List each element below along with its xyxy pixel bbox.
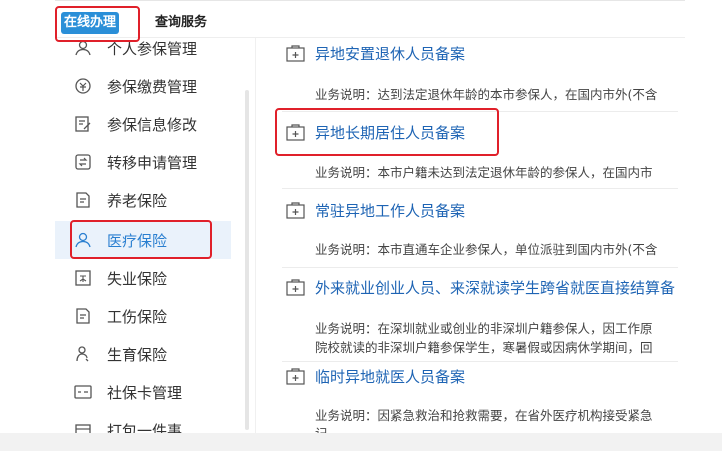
entry-description: 院校就读的非深圳户籍参保学生，寒暑假或因病休学期间，回 bbox=[315, 340, 653, 355]
sidebar-item-transfer[interactable]: 转移申请管理 bbox=[55, 143, 231, 181]
baby-icon bbox=[76, 346, 89, 362]
entry-description: 业务说明：因紧急救治和抢救需要，在省外医疗机构接受紧急 bbox=[315, 408, 653, 423]
sidebar-item-maternity[interactable]: 生育保险 bbox=[55, 335, 231, 373]
entry-description: 记 bbox=[315, 423, 328, 433]
sidebar-item-injury[interactable]: 工伤保险 bbox=[55, 297, 231, 335]
coin-icon bbox=[75, 78, 91, 94]
sidebar-item-label: 养老保险 bbox=[107, 192, 168, 210]
briefcase-icon bbox=[286, 45, 305, 62]
sidebar-item-pension[interactable]: 养老保险 bbox=[55, 181, 231, 219]
entry-title[interactable]: 外来就业创业人员、来深就读学生跨省就医直接结算备 bbox=[315, 277, 675, 298]
sidebar-item-label: 打包一件事 bbox=[107, 422, 183, 433]
entry-divider bbox=[282, 267, 678, 268]
sidebar-item-label: 工伤保险 bbox=[107, 308, 168, 326]
document-icon bbox=[76, 192, 90, 208]
entry-description: 业务说明：在深圳就业或创业的非深圳户籍参保人，因工作原 bbox=[315, 321, 653, 336]
bottom-strip bbox=[0, 433, 722, 451]
entry-divider bbox=[282, 361, 678, 362]
entry-title[interactable]: 临时异地就医人员备案 bbox=[315, 366, 465, 387]
highlight-box-tab bbox=[55, 6, 140, 42]
sidebar-item-package[interactable]: 打包一件事 bbox=[55, 411, 231, 433]
entry-title[interactable]: 常驻异地工作人员备案 bbox=[315, 200, 465, 221]
highlight-box-medical bbox=[70, 220, 212, 259]
edit-icon bbox=[75, 116, 91, 132]
sidebar-scrollbar[interactable] bbox=[245, 90, 249, 430]
sidebar-item-unemployment[interactable]: 失业保险 bbox=[55, 259, 231, 297]
top-tab-bar bbox=[55, 0, 685, 38]
badge-icon bbox=[75, 270, 91, 286]
briefcase-icon bbox=[286, 368, 305, 385]
sidebar-item-label: 生育保险 bbox=[107, 346, 168, 364]
sidebar-item-label: 转移申请管理 bbox=[107, 154, 198, 172]
entry-title[interactable]: 异地安置退休人员备案 bbox=[315, 43, 465, 64]
sidebar-item-personal-insurance[interactable]: 个人参保管理 bbox=[55, 38, 231, 67]
sidebar-item-label: 参保缴费管理 bbox=[107, 78, 198, 96]
highlight-box-entry bbox=[275, 108, 499, 156]
entry-description: 业务说明：本市户籍未达到法定退休年龄的参保人，在国内市 bbox=[315, 165, 653, 180]
entry-divider bbox=[282, 188, 678, 189]
sidebar-item-label: 失业保险 bbox=[107, 270, 168, 288]
package-icon bbox=[75, 424, 91, 433]
briefcase-icon bbox=[286, 202, 305, 219]
sidebar-item-label: 参保信息修改 bbox=[107, 116, 198, 134]
document-icon bbox=[76, 308, 90, 324]
briefcase-icon bbox=[286, 279, 305, 296]
sidebar-item-label: 社保卡管理 bbox=[107, 384, 183, 402]
sidebar-divider bbox=[255, 38, 256, 433]
entry-description: 业务说明：达到法定退休年龄的本市参保人，在国内市外(不含 bbox=[315, 87, 658, 102]
tab-query-service[interactable]: 查询服务 bbox=[155, 12, 207, 34]
sidebar-item-card[interactable]: 社保卡管理 bbox=[55, 373, 231, 411]
card-icon bbox=[74, 385, 92, 399]
service-list: 异地安置退休人员备案 业务说明：达到法定退休年龄的本市参保人，在国内市外(不含 … bbox=[268, 38, 678, 433]
transfer-icon bbox=[75, 154, 91, 170]
entry-description: 业务说明：本市直通车企业参保人，单位派驻到国内市外(不含 bbox=[315, 242, 658, 257]
page: 在线办理 查询服务 个人参保管理 参保缴费管理 参保信息修改 转移申请管理 养老… bbox=[0, 0, 722, 451]
sidebar-item-payment[interactable]: 参保缴费管理 bbox=[55, 67, 231, 105]
sidebar-item-info-modify[interactable]: 参保信息修改 bbox=[55, 105, 231, 143]
